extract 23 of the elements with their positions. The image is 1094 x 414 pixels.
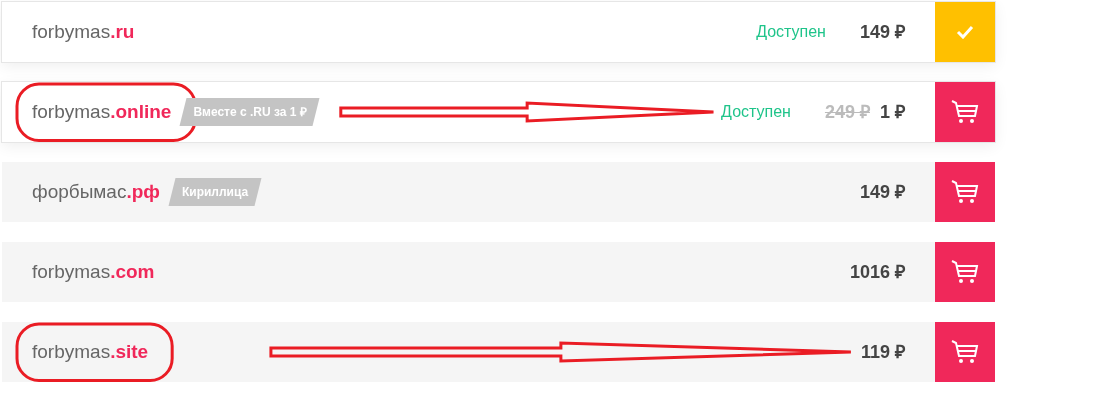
cart-icon <box>951 260 979 284</box>
add-to-cart-button[interactable] <box>935 82 995 142</box>
old-price: 249 ₽ <box>824 100 870 124</box>
domain-name: forbymas.ru <box>32 19 135 44</box>
add-to-cart-button[interactable] <box>935 162 995 222</box>
availability-status: Доступен <box>756 22 826 42</box>
domain-name: forbymas.online <box>32 97 172 127</box>
price: 149 ₽ <box>859 180 905 204</box>
domain-name: forbymas.com <box>32 259 155 284</box>
add-to-cart-button[interactable] <box>935 322 995 382</box>
price: 149 ₽ <box>859 20 905 44</box>
check-icon <box>956 25 974 39</box>
price: 1 ₽ <box>880 100 905 124</box>
add-to-cart-button[interactable] <box>935 242 995 302</box>
domain-name: форбымас.рф <box>32 179 160 204</box>
cart-icon <box>951 340 979 364</box>
domain-name: forbymas.site <box>32 337 149 367</box>
availability-status: Доступен <box>721 102 791 122</box>
cart-icon <box>951 100 979 124</box>
price: 119 ₽ <box>860 340 905 364</box>
price: 1016 ₽ <box>849 260 905 284</box>
cart-icon <box>951 180 979 204</box>
promo-tag: Кириллица <box>171 178 259 206</box>
